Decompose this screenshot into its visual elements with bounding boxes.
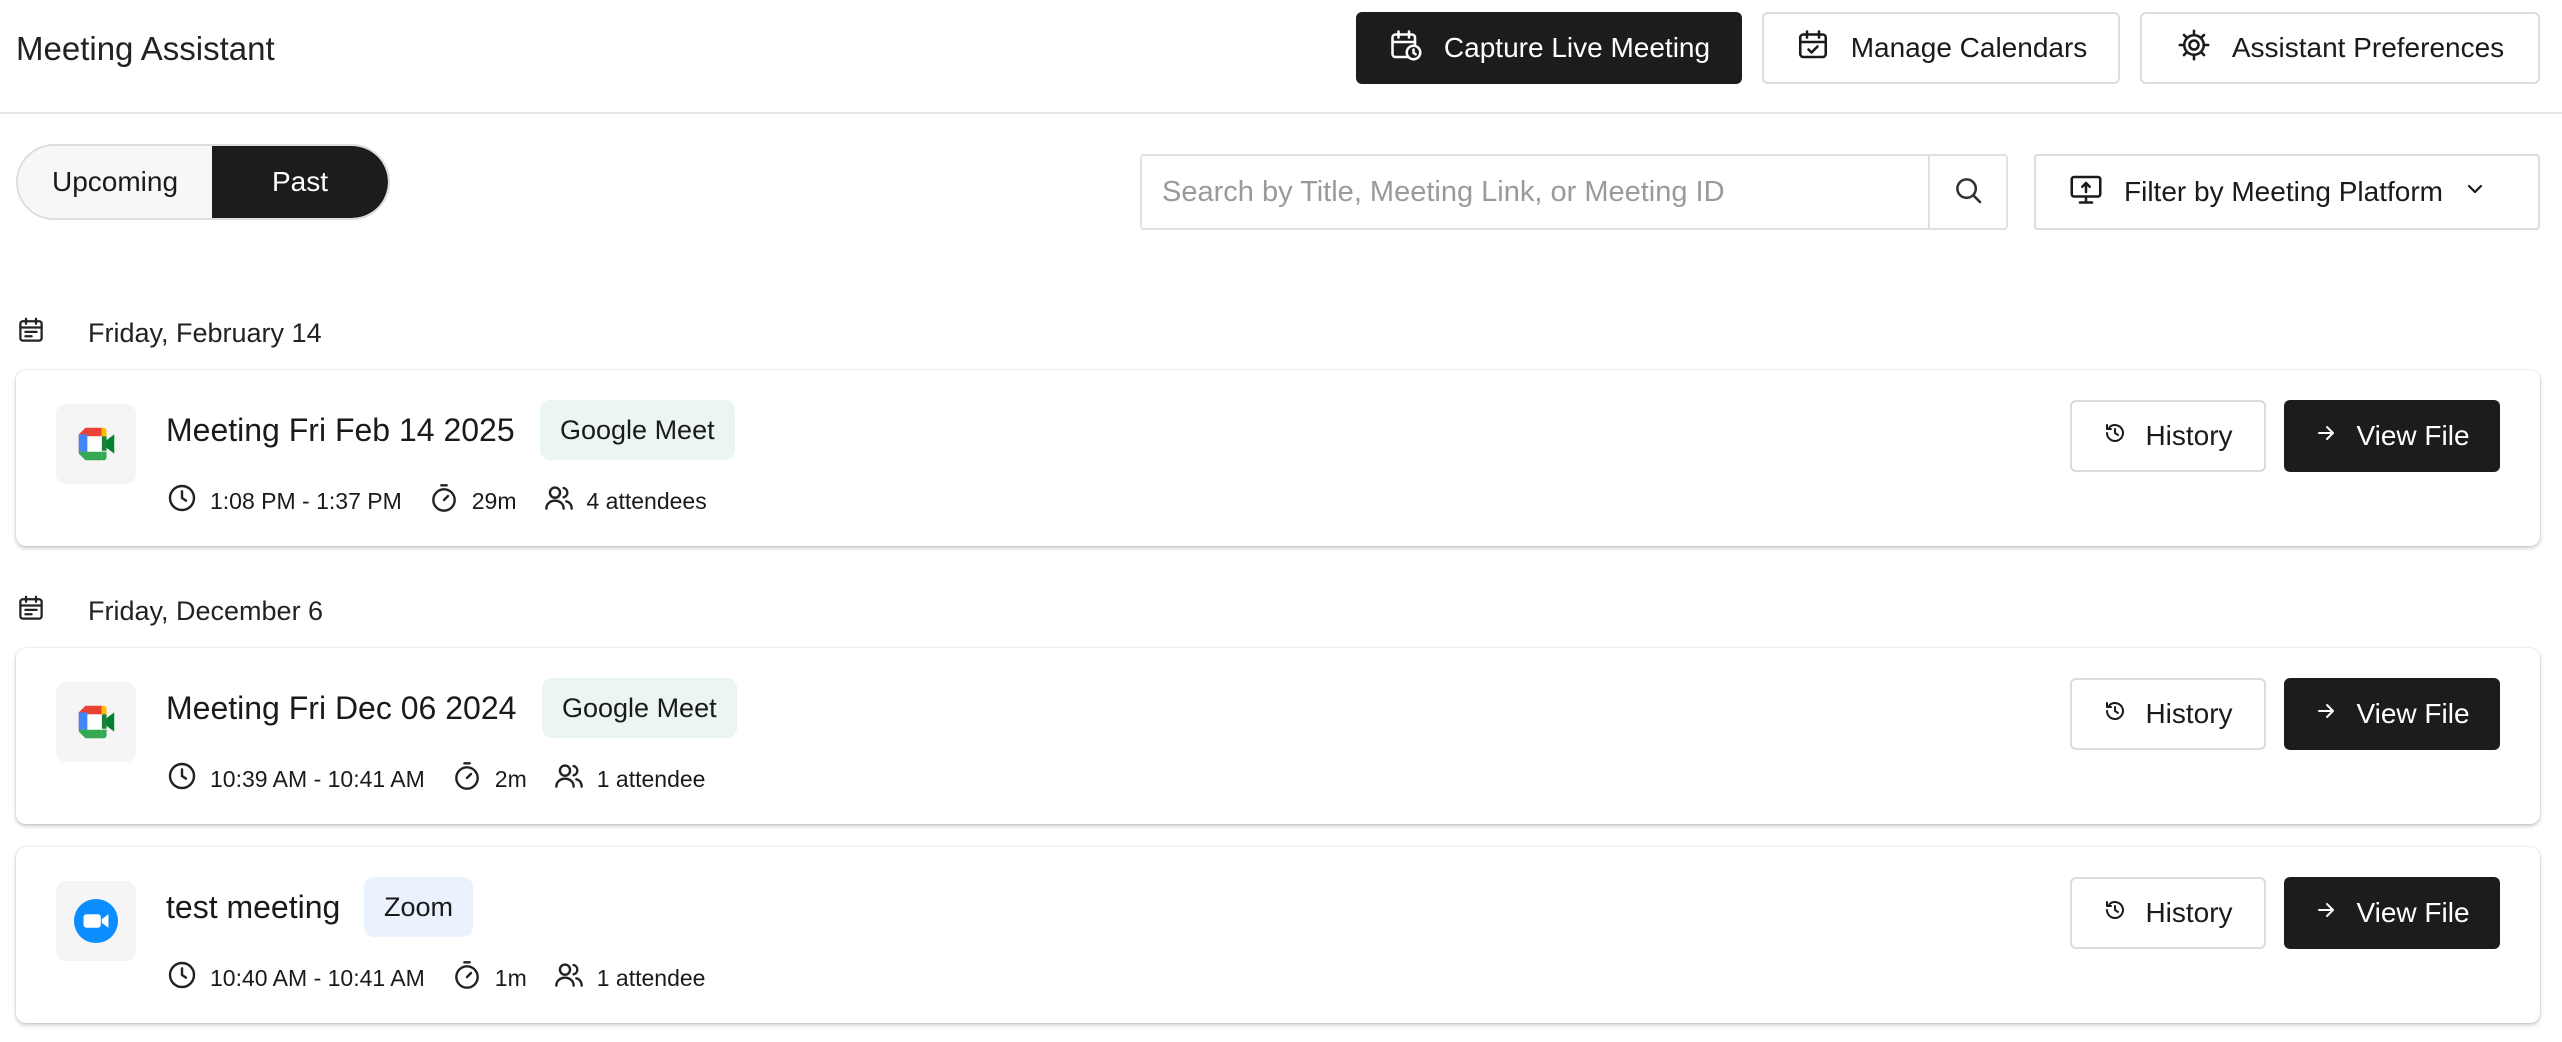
clock-icon [166, 482, 210, 520]
meeting-time: 1:08 PM - 1:37 PM [210, 487, 402, 514]
history-label: History [2145, 698, 2233, 729]
arrow-right-icon [2314, 897, 2338, 929]
meeting-attendees: 1 attendee [596, 765, 706, 792]
history-button[interactable]: History [2070, 877, 2266, 949]
clock-icon [166, 959, 210, 997]
view-file-button[interactable]: View File [2284, 400, 2500, 472]
platform-badge: Zoom [364, 877, 474, 937]
meeting-duration: 1m [494, 964, 527, 991]
platform-badge: Google Meet [542, 678, 737, 738]
view-file-button[interactable]: View File [2284, 877, 2500, 949]
calendar-icon [16, 315, 88, 352]
view-file-button[interactable]: View File [2284, 678, 2500, 750]
search-icon [1951, 173, 1985, 212]
assistant-preferences-label: Assistant Preferences [2231, 32, 2505, 63]
app-title: Meeting Assistant [16, 30, 275, 67]
date-group-header: Friday, December 6 [16, 593, 323, 630]
meeting-card[interactable]: Meeting Fri Dec 06 2024 Google Meet 10:3… [16, 648, 2540, 824]
platform-filter-dropdown[interactable]: Filter by Meeting Platform [2034, 154, 2540, 230]
meeting-time: 10:39 AM - 10:41 AM [210, 765, 425, 792]
view-file-label: View File [2356, 420, 2470, 451]
date-label: Friday, December 6 [88, 596, 324, 626]
zoom-icon [56, 881, 136, 961]
platform-badge: Google Meet [540, 400, 735, 460]
history-button[interactable]: History [2070, 400, 2266, 472]
arrow-right-icon [2314, 420, 2338, 452]
google-meet-icon [56, 682, 136, 762]
history-label: History [2145, 420, 2233, 451]
stopwatch-icon [451, 959, 495, 997]
stopwatch-icon [428, 482, 472, 520]
date-label: Friday, February 14 [88, 318, 322, 348]
meeting-meta: 10:40 AM - 10:41 AM 1m 1 attendee [166, 959, 731, 997]
manage-calendars-button[interactable]: Manage Calendars [1762, 12, 2120, 84]
attendees-icon [543, 482, 587, 520]
arrow-right-icon [2314, 698, 2338, 730]
history-icon [2103, 420, 2127, 452]
capture-live-meeting-button[interactable]: Capture Live Meeting [1356, 12, 1742, 84]
meeting-card[interactable]: test meeting Zoom 10:40 AM - 10:41 AM 1m… [16, 847, 2540, 1023]
tab-upcoming[interactable]: Upcoming [18, 146, 212, 218]
platform-filter-label: Filter by Meeting Platform [2124, 176, 2443, 207]
search-box [1140, 154, 2008, 230]
meeting-duration: 2m [494, 765, 527, 792]
attendees-icon [553, 959, 597, 997]
tab-past[interactable]: Past [212, 146, 388, 218]
top-bar: Meeting Assistant Capture Live Meeting M… [0, 0, 2562, 114]
capture-live-meeting-label: Capture Live Meeting [1443, 32, 1711, 63]
google-meet-icon [56, 404, 136, 484]
chevron-down-icon [2463, 176, 2487, 208]
calendar-icon [16, 593, 88, 630]
view-file-label: View File [2356, 698, 2470, 729]
gear-icon [2176, 27, 2212, 70]
monitor-upload-icon [2068, 171, 2104, 214]
meeting-title: Meeting Fri Feb 14 2025 [166, 412, 515, 448]
meeting-title: Meeting Fri Dec 06 2024 [166, 690, 517, 726]
history-label: History [2145, 897, 2233, 928]
meeting-meta: 10:39 AM - 10:41 AM 2m 1 attendee [166, 760, 731, 798]
history-icon [2103, 698, 2127, 730]
view-file-label: View File [2356, 897, 2470, 928]
search-input[interactable] [1142, 156, 1928, 228]
manage-calendars-label: Manage Calendars [1850, 32, 2088, 63]
history-icon [2103, 897, 2127, 929]
meeting-card[interactable]: Meeting Fri Feb 14 2025 Google Meet 1:08… [16, 370, 2540, 546]
meeting-tabs: Upcoming Past [16, 144, 390, 220]
stopwatch-icon [451, 760, 495, 798]
calendar-clock-icon [1388, 27, 1424, 70]
date-group-header: Friday, February 14 [16, 315, 322, 352]
search-button[interactable] [1928, 156, 2006, 228]
meeting-attendees: 4 attendees [586, 487, 707, 514]
history-button[interactable]: History [2070, 678, 2266, 750]
attendees-icon [553, 760, 597, 798]
clock-icon [166, 760, 210, 798]
calendar-check-icon [1795, 27, 1831, 70]
meeting-time: 10:40 AM - 10:41 AM [210, 964, 425, 991]
meeting-title: test meeting [166, 889, 341, 925]
meeting-meta: 1:08 PM - 1:37 PM 29m 4 attendees [166, 482, 733, 520]
assistant-preferences-button[interactable]: Assistant Preferences [2140, 12, 2540, 84]
meeting-attendees: 1 attendee [596, 964, 706, 991]
meeting-duration: 29m [471, 487, 517, 514]
